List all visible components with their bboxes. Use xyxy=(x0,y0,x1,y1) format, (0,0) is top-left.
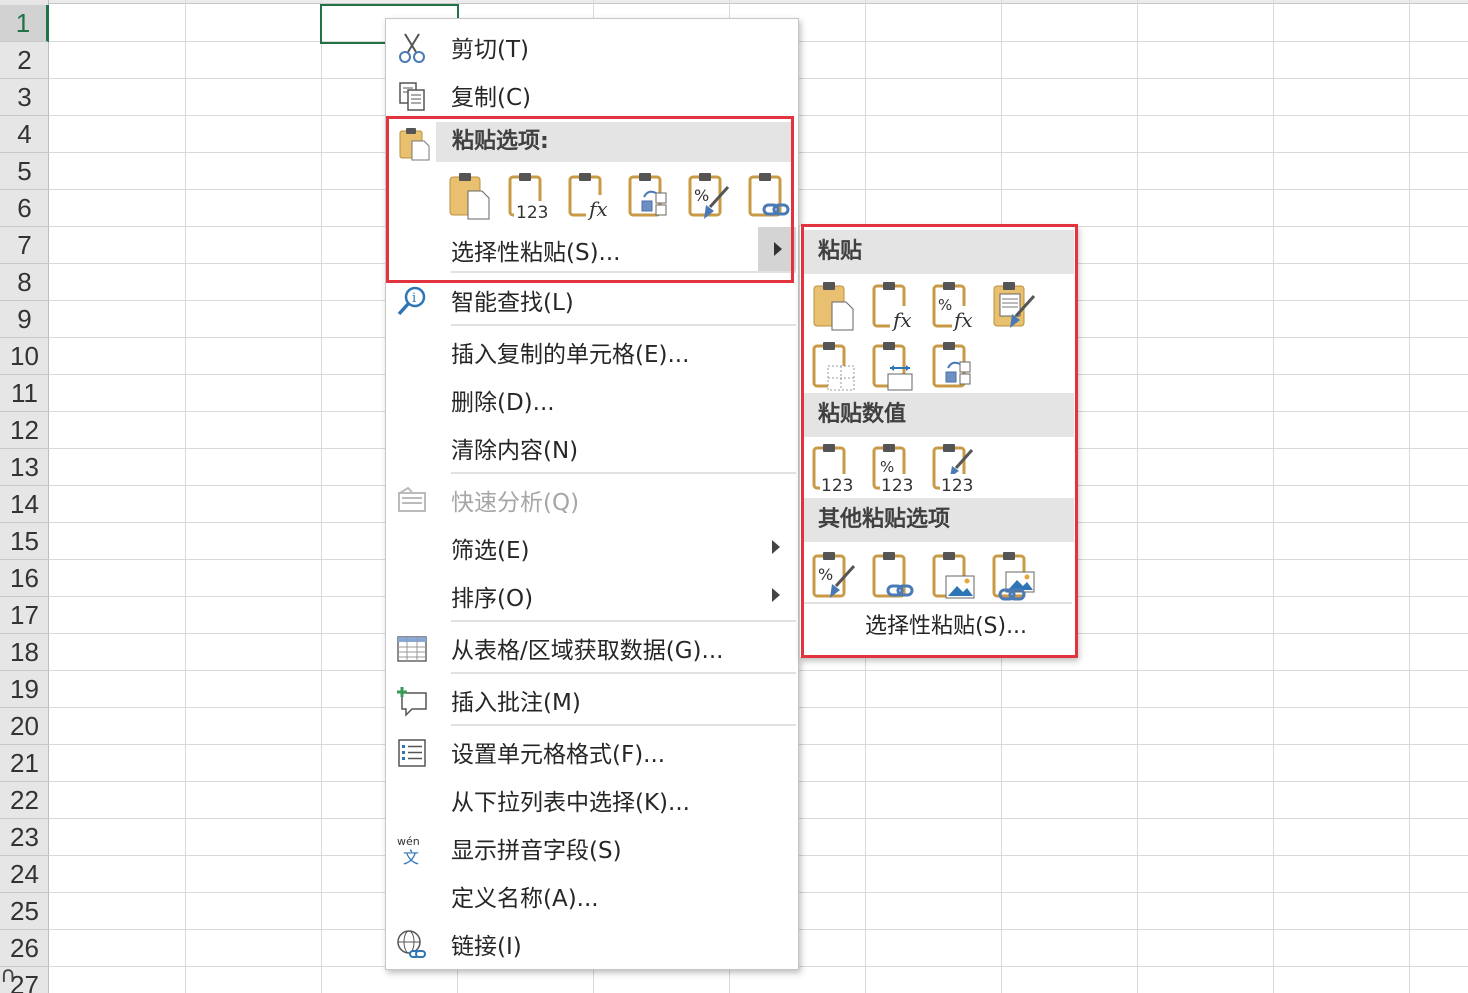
menu-item-delete[interactable]: 删除(D)... xyxy=(386,377,798,423)
row-header[interactable]: 17 xyxy=(0,597,49,634)
column-gridline xyxy=(1409,0,1410,993)
menu-item-label: 智能查找(L) xyxy=(451,290,574,316)
table-icon xyxy=(396,633,428,665)
menu-separator xyxy=(451,324,796,326)
menu-separator xyxy=(451,672,796,674)
row-header[interactable]: 3 xyxy=(0,79,49,116)
menu-item-quick-analysis: 快速分析(Q) xyxy=(386,477,798,523)
menu-separator xyxy=(451,620,796,622)
menu-item-insert-comment[interactable]: 插入批注(M) xyxy=(386,677,798,723)
scissors-icon xyxy=(396,32,428,64)
menu-item-copy[interactable]: 复制(C) xyxy=(386,72,798,118)
row-header[interactable]: 6 xyxy=(0,190,49,227)
menu-item-get-data-from-table[interactable]: 从表格/区域获取数据(G)... xyxy=(386,625,798,671)
svg-text:wén: wén xyxy=(397,835,420,848)
menu-item-label: 快速分析(Q) xyxy=(451,490,580,516)
menu-item-label: 复制(C) xyxy=(451,85,532,111)
chevron-right-icon xyxy=(772,540,780,554)
row-header[interactable]: 24 xyxy=(0,856,49,893)
row-header[interactable]: 18 xyxy=(0,634,49,671)
menu-separator xyxy=(451,724,796,726)
menu-item-clear-contents[interactable]: 清除内容(N) xyxy=(386,425,798,471)
row-header[interactable]: 11 xyxy=(0,375,49,412)
column-gridline xyxy=(321,0,322,993)
menu-item-label: 从表格/区域获取数据(G)... xyxy=(451,638,724,664)
new-comment-icon xyxy=(396,685,428,717)
row-header-column: 1 2 3 4 5 6 7 8 9 10 11 12 13 14 15 16 17 18 19 20 21 22 23 24 2… xyxy=(0,0,49,993)
menu-item-label: 从下拉列表中选择(K)... xyxy=(451,790,690,816)
menu-item-label: 定义名称(A)... xyxy=(451,886,599,912)
smart-lookup-icon: i xyxy=(396,285,428,317)
quick-analysis-icon xyxy=(396,485,428,517)
menu-item-sort[interactable]: 排序(O) xyxy=(386,573,798,619)
row-header[interactable]: 13 xyxy=(0,449,49,486)
row-header[interactable]: 12 xyxy=(0,412,49,449)
menu-item-label: 设置单元格格式(F)... xyxy=(451,742,666,768)
column-gridline xyxy=(1273,0,1274,993)
menu-item-label: 排序(O) xyxy=(451,586,534,612)
menu-item-label: 显示拼音字段(S) xyxy=(451,838,622,864)
row-header[interactable]: 15 xyxy=(0,523,49,560)
row-header[interactable]: 26 xyxy=(0,930,49,967)
menu-item-label: 插入批注(M) xyxy=(451,690,581,716)
menu-item-pick-from-dropdown[interactable]: 从下拉列表中选择(K)... xyxy=(386,777,798,823)
column-gridline xyxy=(185,0,186,993)
menu-item-label: 清除内容(N) xyxy=(451,438,579,464)
row-header[interactable]: 1 xyxy=(0,5,49,42)
row-header[interactable]: 14 xyxy=(0,486,49,523)
phonetic-icon: wén 文 xyxy=(396,833,428,865)
menu-item-label: 插入复制的单元格(E)... xyxy=(451,342,690,368)
row-header[interactable]: 7 xyxy=(0,227,49,264)
row-header[interactable]: 20 xyxy=(0,708,49,745)
menu-item-insert-copied-cells[interactable]: 插入复制的单元格(E)... xyxy=(386,329,798,375)
row-header[interactable]: 23 xyxy=(0,819,49,856)
format-cells-icon xyxy=(396,737,428,769)
highlight-box-paste-submenu xyxy=(801,224,1078,658)
menu-item-label: 删除(D)... xyxy=(451,390,555,416)
menu-separator xyxy=(451,472,796,474)
row-header[interactable]: 5 xyxy=(0,153,49,190)
copy-icon xyxy=(396,80,428,112)
column-header-strip xyxy=(0,0,1468,4)
row-header[interactable]: 21 xyxy=(0,745,49,782)
svg-text:i: i xyxy=(412,291,416,306)
svg-text:文: 文 xyxy=(403,848,419,865)
highlight-box-paste-options xyxy=(386,116,794,283)
row-header[interactable]: 4 xyxy=(0,116,49,153)
menu-item-label: 链接(I) xyxy=(451,934,522,960)
row-header[interactable]: 22 xyxy=(0,782,49,819)
menu-item-show-phonetic[interactable]: wén 文 显示拼音字段(S) xyxy=(386,825,798,871)
column-gridline xyxy=(1137,0,1138,993)
menu-item-label: 筛选(E) xyxy=(451,538,530,564)
row-header[interactable]: 8 xyxy=(0,264,49,301)
menu-item-define-name[interactable]: 定义名称(A)... xyxy=(386,873,798,919)
chevron-right-icon xyxy=(772,588,780,602)
menu-item-label: 剪切(T) xyxy=(451,37,529,63)
menu-item-smart-lookup[interactable]: i 智能查找(L) xyxy=(386,277,798,323)
row-header[interactable]: 19 xyxy=(0,671,49,708)
row-header[interactable]: 2 xyxy=(0,42,49,79)
scroll-handle-icon: ∩ xyxy=(0,963,17,988)
row-header[interactable]: 9 xyxy=(0,301,49,338)
menu-item-format-cells[interactable]: 设置单元格格式(F)... xyxy=(386,729,798,775)
menu-item-cut[interactable]: 剪切(T) xyxy=(386,24,798,70)
menu-item-link[interactable]: 链接(I) xyxy=(386,921,798,967)
menu-item-filter[interactable]: 筛选(E) xyxy=(386,525,798,571)
row-header[interactable]: 10 xyxy=(0,338,49,375)
link-icon xyxy=(396,929,428,961)
row-header[interactable]: 16 xyxy=(0,560,49,597)
row-header[interactable]: 25 xyxy=(0,893,49,930)
